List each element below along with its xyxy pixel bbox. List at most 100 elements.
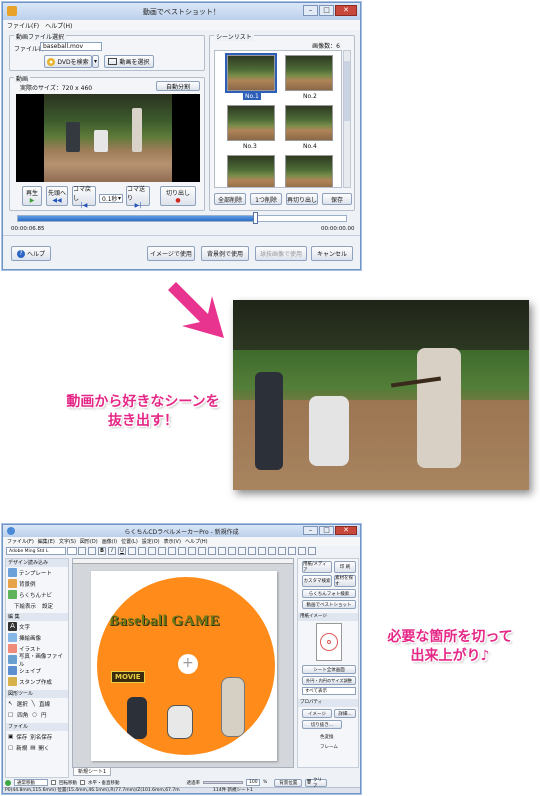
- scene-thumb[interactable]: [225, 53, 277, 93]
- fit-icon[interactable]: [308, 547, 316, 555]
- customer-search-button[interactable]: カスタマ検索: [302, 575, 332, 587]
- best-shot-button[interactable]: 動画でベストショット: [302, 600, 356, 609]
- display-select[interactable]: すべて表示: [302, 687, 356, 695]
- menu-position[interactable]: 位置(L): [121, 538, 138, 545]
- navi-item[interactable]: らくちんナビ: [6, 589, 68, 600]
- background-item[interactable]: 背景例: [6, 578, 68, 589]
- rect-tool-icon[interactable]: □: [8, 712, 13, 718]
- undo-icon[interactable]: [268, 547, 276, 555]
- close-button[interactable]: ✕: [335, 5, 357, 16]
- seek-bar[interactable]: [17, 215, 347, 222]
- transparency-value[interactable]: 100: [246, 779, 260, 786]
- edit-text-item[interactable]: A 文字: [6, 621, 68, 632]
- scene-thumb[interactable]: [285, 105, 333, 141]
- rect-tool-label[interactable]: 四角: [17, 711, 28, 719]
- ungroup-icon[interactable]: [248, 547, 256, 555]
- menu-settings[interactable]: 設定(O): [142, 538, 160, 545]
- use-as-ball-image-button[interactable]: 球技画像で使用: [255, 246, 307, 261]
- circle-tool-label[interactable]: 円: [41, 711, 47, 719]
- minimize-button[interactable]: –: [303, 526, 318, 535]
- photo-search-button[interactable]: らくちんフォト検索: [302, 589, 356, 598]
- maximize-button[interactable]: □: [319, 526, 334, 535]
- detail-button[interactable]: 詳細...: [334, 709, 356, 718]
- scene-thumb[interactable]: [227, 155, 275, 187]
- play-button[interactable]: 再生 ▶: [22, 186, 42, 206]
- italic-icon[interactable]: I: [108, 547, 116, 555]
- minimize-button[interactable]: –: [303, 5, 318, 16]
- menu-shape[interactable]: 図形(D): [80, 538, 98, 545]
- new-label[interactable]: 新規: [16, 744, 27, 752]
- menu-edit[interactable]: 編集(E): [38, 538, 55, 545]
- help-button[interactable]: ? ヘルプ: [11, 246, 51, 261]
- catcher-figure[interactable]: [167, 705, 193, 739]
- hv-checkbox[interactable]: [80, 780, 85, 785]
- open-icon[interactable]: ▤: [30, 745, 35, 751]
- flip-icon[interactable]: [208, 547, 216, 555]
- movie-tag[interactable]: MOVIE: [111, 671, 145, 683]
- group-icon[interactable]: [238, 547, 246, 555]
- front-icon[interactable]: [218, 547, 226, 555]
- save-as-label[interactable]: 別名保存: [30, 733, 52, 741]
- select-video-button[interactable]: 動画を選択: [104, 55, 154, 68]
- open-label[interactable]: 開く: [38, 744, 49, 752]
- menu-file[interactable]: ファイル(F): [7, 21, 39, 30]
- outline-icon[interactable]: [188, 547, 196, 555]
- underline-icon[interactable]: U: [118, 547, 126, 555]
- line-tool-label[interactable]: 直線: [39, 700, 50, 708]
- line-tool-icon[interactable]: ╲: [32, 701, 35, 707]
- dvd-dropdown-button[interactable]: ▾: [92, 55, 99, 68]
- cd-disc[interactable]: Baseball GAME MOVIE +: [97, 577, 275, 755]
- scene-thumb[interactable]: [285, 55, 333, 91]
- close-button[interactable]: ✕: [335, 526, 357, 535]
- text-color-icon[interactable]: [88, 547, 96, 555]
- delete-one-button[interactable]: 1つ削除: [250, 193, 282, 205]
- menu-help[interactable]: ヘルプ(H): [45, 21, 72, 30]
- cancel-button[interactable]: キャンセル: [311, 246, 353, 261]
- edit-stamp-item[interactable]: スタンプ作成: [6, 676, 68, 687]
- print-button[interactable]: 印 刷: [334, 561, 356, 573]
- new-icon[interactable]: ▢: [8, 745, 13, 751]
- paper-media-button[interactable]: 用紙/メディア: [302, 561, 332, 573]
- image-prop-button[interactable]: イメージ: [302, 709, 332, 718]
- maximize-button[interactable]: □: [319, 5, 334, 16]
- batter-figure[interactable]: [221, 677, 245, 737]
- recut-button[interactable]: 再切り出し: [286, 193, 318, 205]
- circle-size-button[interactable]: 外円・内円のサイズ調整: [302, 676, 356, 685]
- frame-back-button[interactable]: コマ戻し |◀: [72, 186, 96, 209]
- rotate-icon[interactable]: [198, 547, 206, 555]
- align-left-icon[interactable]: [128, 547, 136, 555]
- crop-button[interactable]: 切り抜き...: [302, 720, 342, 729]
- scene-list[interactable]: No.1 No.2 No.3 No.4: [214, 50, 342, 188]
- delete-all-button[interactable]: 全部削除: [214, 193, 246, 205]
- sheet-fullscreen-button[interactable]: シート全体画面: [302, 665, 356, 674]
- cut-out-button[interactable]: 切り出し ●: [160, 186, 196, 206]
- menu-view[interactable]: 表示(V): [164, 538, 181, 545]
- seek-handle[interactable]: [252, 212, 258, 224]
- menu-text[interactable]: 文字(S): [59, 538, 76, 545]
- disc-title[interactable]: Baseball GAME: [109, 613, 269, 630]
- align-center-icon[interactable]: [138, 547, 146, 555]
- font-select[interactable]: Adobe Ming Std L: [6, 547, 66, 555]
- draft-display-toggle[interactable]: 下絵表示: [14, 602, 36, 610]
- select-tool-label[interactable]: 選択: [17, 700, 28, 708]
- sheet-tab[interactable]: 新規シート1: [73, 768, 112, 776]
- to-start-button[interactable]: 先頭へ ◀◀: [46, 186, 68, 206]
- transparency-slider[interactable]: [203, 781, 243, 784]
- dvd-search-button[interactable]: DVDを検索: [44, 55, 92, 68]
- template-item[interactable]: テンプレート: [6, 567, 68, 578]
- shadow-icon[interactable]: [178, 547, 186, 555]
- scene-thumb[interactable]: [227, 105, 275, 141]
- umpire-figure[interactable]: [127, 697, 147, 739]
- frame-label[interactable]: フレーム: [320, 744, 338, 750]
- zoom-in-icon[interactable]: [288, 547, 296, 555]
- save-label[interactable]: 保存: [16, 733, 27, 741]
- back-icon[interactable]: [228, 547, 236, 555]
- redo-icon[interactable]: [278, 547, 286, 555]
- select-tool-icon[interactable]: ↖: [8, 701, 13, 707]
- use-as-background-button[interactable]: 背景例で使用: [201, 246, 249, 261]
- move-mode-select[interactable]: 通常移動: [14, 779, 48, 786]
- save-button[interactable]: 保存: [322, 193, 352, 205]
- text-size-icon[interactable]: [78, 547, 86, 555]
- clear-button[interactable]: 🗑 クリア: [305, 778, 328, 789]
- frame-forward-button[interactable]: コマ送り ▶|: [126, 186, 150, 209]
